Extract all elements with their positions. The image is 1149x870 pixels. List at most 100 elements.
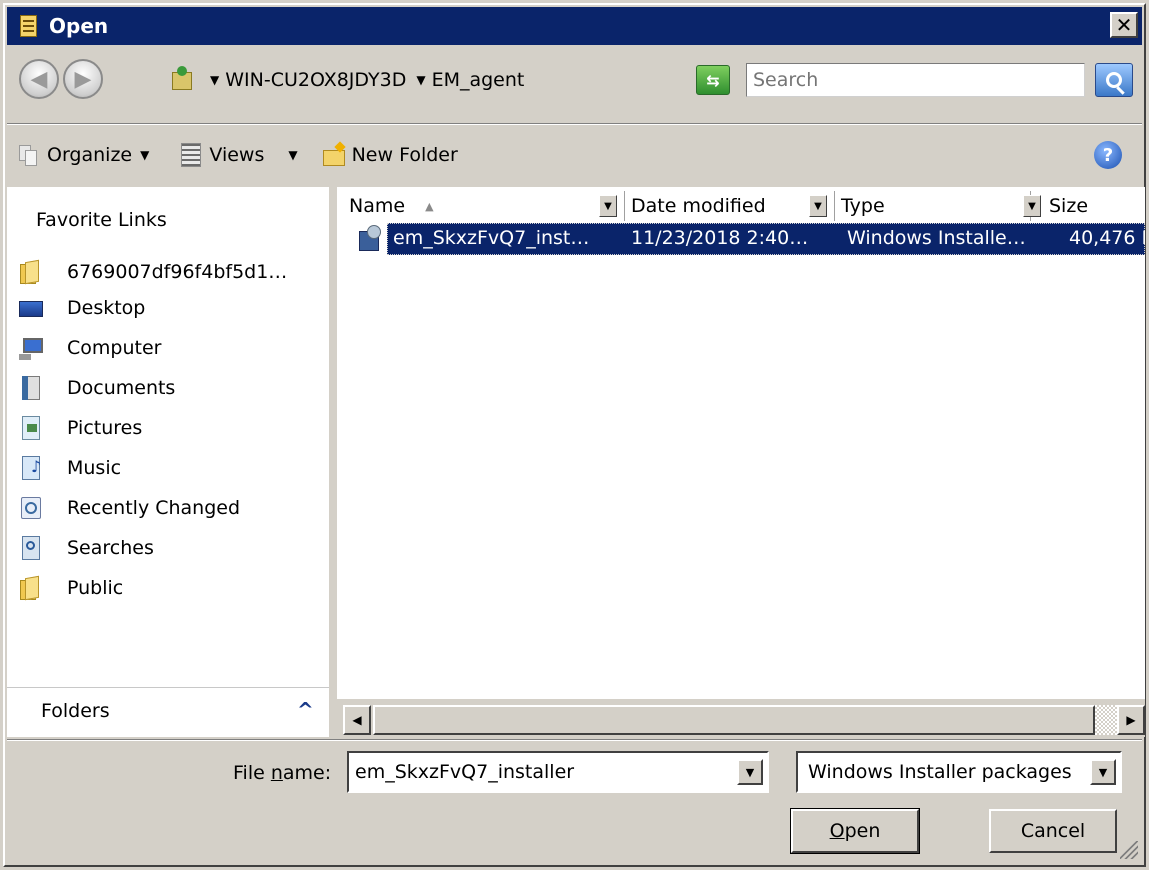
pane-splitter[interactable]: [329, 187, 337, 737]
nav-item-label: Public: [67, 577, 124, 599]
nav-item-folder[interactable]: 6769007df96f4bf5d1…: [19, 253, 287, 291]
scrollbar-track[interactable]: [1095, 705, 1117, 735]
views-dropdown-icon: ▼: [288, 148, 298, 162]
column-filter-button[interactable]: ▼: [1023, 195, 1041, 217]
address-bar[interactable]: ▼ WIN-CU2OX8JDY3D ▼ EM_agent ▼: [162, 63, 739, 97]
folder-icon: [19, 575, 43, 601]
forward-arrow-icon: ▶: [74, 66, 92, 92]
column-label: Type: [841, 195, 885, 217]
folders-toggle[interactable]: Folders ^: [7, 687, 329, 737]
back-arrow-icon: ◀: [30, 66, 48, 92]
toolbar: Organize ▼ Views ▼ New Folder ?: [7, 127, 1142, 183]
refresh-button[interactable]: ⇆: [696, 65, 730, 95]
nav-item-computer[interactable]: Computer: [19, 329, 161, 367]
scroll-right-button[interactable]: ▶: [1117, 705, 1145, 735]
organize-label: Organize: [47, 144, 133, 166]
search-input[interactable]: [746, 63, 1085, 97]
new-folder-label: New Folder: [351, 144, 458, 166]
breadcrumb-computer[interactable]: WIN-CU2OX8JDY3D: [225, 69, 406, 91]
column-label: Date modified: [631, 195, 766, 217]
column-header-size[interactable]: Size: [1043, 191, 1145, 221]
column-header-type[interactable]: Type: [835, 191, 1031, 221]
title-bar[interactable]: Open ✕: [7, 7, 1142, 45]
organize-button[interactable]: Organize ▼: [17, 143, 149, 167]
nav-item-label: Searches: [67, 537, 154, 559]
folder-icon: [19, 259, 43, 285]
nav-item-desktop[interactable]: Desktop: [19, 289, 145, 327]
scroll-left-button[interactable]: ◀: [343, 705, 371, 735]
organize-dropdown-icon: ▼: [140, 148, 150, 162]
organize-icon: [17, 143, 39, 167]
nav-item-pictures[interactable]: Pictures: [19, 409, 142, 447]
file-size: 40,476 K: [1069, 227, 1145, 249]
search-icon: [1106, 72, 1122, 88]
navigation-pane: Favorite Links 6769007df96f4bf5d1… Deskt…: [7, 187, 329, 737]
open-button[interactable]: Open: [790, 808, 920, 854]
column-label: Size: [1049, 195, 1089, 217]
new-folder-button[interactable]: New Folder: [322, 141, 458, 167]
chevron-up-icon[interactable]: ^: [297, 698, 314, 722]
file-type-filter-value: Windows Installer packages (: [808, 761, 1078, 783]
column-filter-button[interactable]: ▼: [599, 195, 617, 217]
forward-button[interactable]: ▶: [63, 59, 103, 99]
documents-icon: [19, 375, 43, 401]
horizontal-scrollbar[interactable]: ◀ ▶: [337, 699, 1145, 737]
file-row[interactable]: em_SkxzFvQ7_inst… 11/23/2018 2:40… Windo…: [351, 223, 1145, 255]
desktop-icon: [19, 295, 43, 321]
nav-item-label: Desktop: [67, 297, 146, 319]
open-dialog: Open ✕ ◀ ▶ ▼ WIN-CU2OX8JDY3D ▼ EM_agent …: [3, 3, 1146, 867]
nav-item-recently-changed[interactable]: Recently Changed: [19, 489, 240, 527]
nav-item-label: Pictures: [67, 417, 143, 439]
breadcrumb-arrow-icon[interactable]: ▼: [210, 73, 219, 87]
nav-item-searches[interactable]: Searches: [19, 529, 154, 567]
back-button[interactable]: ◀: [19, 59, 59, 99]
file-name: em_SkxzFvQ7_inst…: [393, 227, 590, 249]
pictures-icon: [19, 415, 43, 441]
nav-item-music[interactable]: ♪ Music: [19, 449, 121, 487]
views-label: Views: [209, 144, 265, 166]
nav-item-public[interactable]: Public: [19, 569, 123, 607]
file-name-input[interactable]: [353, 757, 723, 787]
file-name-dropdown-button[interactable]: ▼: [737, 759, 763, 785]
installer-package-icon: [355, 225, 383, 253]
file-date: 11/23/2018 2:40…: [631, 227, 809, 249]
nav-item-documents[interactable]: Documents: [19, 369, 175, 407]
nav-item-label: Computer: [67, 337, 162, 359]
breadcrumb-folder[interactable]: EM_agent: [432, 69, 525, 91]
dialog-icon: [17, 13, 41, 39]
new-folder-icon: [322, 141, 346, 167]
close-button[interactable]: ✕: [1110, 12, 1138, 38]
searches-icon: [19, 535, 43, 561]
help-icon[interactable]: ?: [1094, 141, 1122, 169]
folders-label: Folders: [41, 700, 110, 722]
computer-icon: [19, 335, 43, 361]
nav-item-label: Music: [67, 457, 122, 479]
resize-grip[interactable]: [1120, 841, 1138, 859]
file-type: Windows Installe…: [847, 227, 1026, 249]
file-type-filter[interactable]: Windows Installer packages ( ▼: [796, 751, 1122, 793]
nav-item-label: 6769007df96f4bf5d1…: [67, 261, 288, 283]
column-header-date[interactable]: Date modified: [627, 191, 835, 221]
search-button[interactable]: [1095, 63, 1133, 97]
sort-ascending-icon: ▲: [425, 199, 434, 213]
location-icon: [170, 66, 196, 94]
column-header-name[interactable]: Name ▲: [349, 191, 625, 221]
breadcrumb-arrow-icon[interactable]: ▼: [416, 73, 425, 87]
views-icon: [181, 143, 202, 167]
column-label: Name: [349, 195, 406, 217]
views-button[interactable]: Views: [181, 143, 264, 167]
recently-changed-icon: [19, 495, 43, 521]
dialog-title: Open: [49, 14, 109, 38]
address-row: ◀ ▶ ▼ WIN-CU2OX8JDY3D ▼ EM_agent ▼ ⇆: [7, 49, 1142, 121]
refresh-icon: ⇆: [706, 70, 720, 90]
file-name-combobox[interactable]: ▼: [347, 751, 769, 793]
scrollbar-thumb[interactable]: [373, 705, 1095, 735]
column-filter-button[interactable]: ▼: [809, 195, 827, 217]
divider: [7, 739, 1142, 741]
music-icon: ♪: [19, 455, 43, 481]
nav-item-label: Documents: [67, 377, 176, 399]
file-name-label: File name:: [233, 762, 332, 784]
cancel-button[interactable]: Cancel: [989, 809, 1117, 853]
file-type-dropdown-button[interactable]: ▼: [1090, 759, 1116, 785]
views-dropdown-button[interactable]: ▼: [280, 148, 297, 162]
